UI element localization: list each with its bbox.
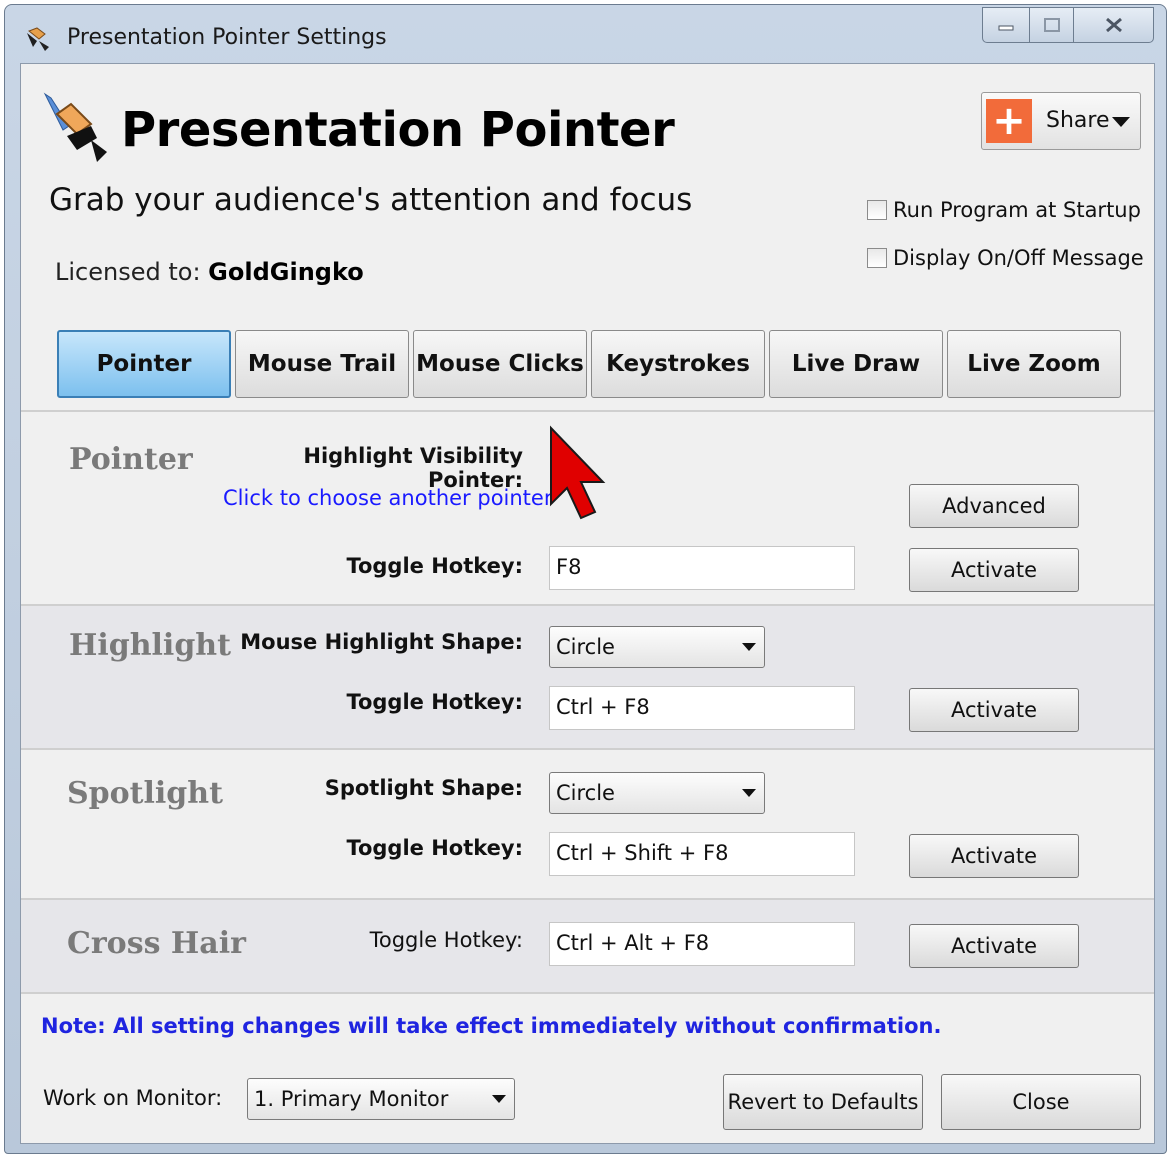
settings-note: Note: All setting changes will take effe…: [41, 1014, 942, 1038]
visibility-pointer-label: Highlight Visibility Pointer:: [303, 444, 523, 492]
monitor-value: 1. Primary Monitor: [254, 1087, 449, 1111]
highlight-section-title: Highlight: [69, 628, 231, 663]
highlight-section: Highlight Mouse Highlight Shape: Circle …: [21, 604, 1154, 750]
pointer-hotkey-label: Toggle Hotkey:: [346, 554, 523, 578]
display-message-label: Display On/Off Message: [893, 246, 1144, 270]
settings-panel: Presentation Pointer Grab your audience'…: [20, 63, 1155, 1144]
share-button[interactable]: + Share: [981, 92, 1141, 150]
minimize-button[interactable]: [982, 7, 1030, 43]
chevron-down-icon: [1112, 117, 1130, 127]
chevron-down-icon: [492, 1095, 506, 1103]
highlight-shape-select[interactable]: Circle: [549, 626, 765, 668]
window-controls: [982, 7, 1154, 45]
pointer-activate-button[interactable]: Activate: [909, 548, 1079, 592]
spotlight-hotkey-label: Toggle Hotkey:: [346, 836, 523, 860]
spotlight-section-title: Spotlight: [67, 776, 223, 811]
revert-defaults-button[interactable]: Revert to Defaults: [723, 1074, 923, 1130]
pointer-section-title: Pointer: [69, 442, 193, 477]
tab-keystrokes[interactable]: Keystrokes: [591, 330, 765, 398]
highlight-activate-button[interactable]: Activate: [909, 688, 1079, 732]
monitor-label: Work on Monitor:: [43, 1086, 223, 1110]
app-title: Presentation Pointer: [121, 102, 675, 158]
advanced-button[interactable]: Advanced: [909, 484, 1079, 528]
tab-pointer[interactable]: Pointer: [57, 330, 231, 398]
crosshair-hotkey-field[interactable]: Ctrl + Alt + F8: [549, 922, 855, 966]
share-label: Share: [1046, 108, 1110, 133]
divider: [21, 410, 1154, 412]
spotlight-shape-select[interactable]: Circle: [549, 772, 765, 814]
tagline: Grab your audience's attention and focus: [49, 182, 693, 218]
highlight-shape-value: Circle: [556, 635, 615, 659]
close-window-button[interactable]: [1074, 7, 1154, 43]
title-bar[interactable]: Presentation Pointer Settings: [5, 5, 1166, 63]
tab-live-draw[interactable]: Live Draw: [769, 330, 943, 398]
run-at-startup-checkbox[interactable]: [867, 200, 887, 220]
pointer-hotkey-field[interactable]: F8: [549, 546, 855, 590]
crosshair-hotkey-label: Toggle Hotkey:: [369, 928, 523, 952]
run-at-startup-option[interactable]: Run Program at Startup: [867, 198, 1141, 222]
window-title: Presentation Pointer Settings: [67, 25, 387, 50]
red-arrow-pointer-icon[interactable]: [545, 424, 609, 520]
tab-mouse-clicks[interactable]: Mouse Clicks: [413, 330, 587, 398]
highlight-hotkey-label: Toggle Hotkey:: [346, 690, 523, 714]
tab-live-zoom[interactable]: Live Zoom: [947, 330, 1121, 398]
license-info: Licensed to: GoldGingko: [55, 258, 364, 286]
app-pointer-icon: [27, 27, 49, 51]
maximize-icon: [1043, 18, 1060, 32]
display-message-option[interactable]: Display On/Off Message: [867, 246, 1144, 270]
maximize-button[interactable]: [1030, 7, 1074, 43]
crosshair-section: Cross Hair Toggle Hotkey: Ctrl + Alt + F…: [21, 898, 1154, 994]
spotlight-shape-value: Circle: [556, 781, 615, 805]
app-logo-icon: [43, 92, 107, 162]
choose-pointer-link[interactable]: Click to choose another pointer: [223, 486, 552, 510]
run-at-startup-label: Run Program at Startup: [893, 198, 1141, 222]
settings-window: Presentation Pointer Settings Presentati…: [4, 4, 1167, 1154]
plus-icon: +: [986, 99, 1032, 143]
monitor-select[interactable]: 1. Primary Monitor: [247, 1078, 515, 1120]
crosshair-activate-button[interactable]: Activate: [909, 924, 1079, 968]
display-message-checkbox[interactable]: [867, 248, 887, 268]
close-button[interactable]: Close: [941, 1074, 1141, 1130]
minimize-icon: [998, 25, 1014, 31]
spotlight-shape-label: Spotlight Shape:: [324, 776, 523, 800]
tab-mouse-trail[interactable]: Mouse Trail: [235, 330, 409, 398]
spotlight-activate-button[interactable]: Activate: [909, 834, 1079, 878]
chevron-down-icon: [742, 789, 756, 797]
highlight-hotkey-field[interactable]: Ctrl + F8: [549, 686, 855, 730]
highlight-shape-label: Mouse Highlight Shape:: [240, 630, 523, 654]
spotlight-hotkey-field[interactable]: Ctrl + Shift + F8: [549, 832, 855, 876]
license-label: Licensed to:: [55, 258, 201, 286]
close-icon: [1105, 17, 1122, 33]
chevron-down-icon: [742, 643, 756, 651]
license-user: GoldGingko: [208, 258, 364, 286]
